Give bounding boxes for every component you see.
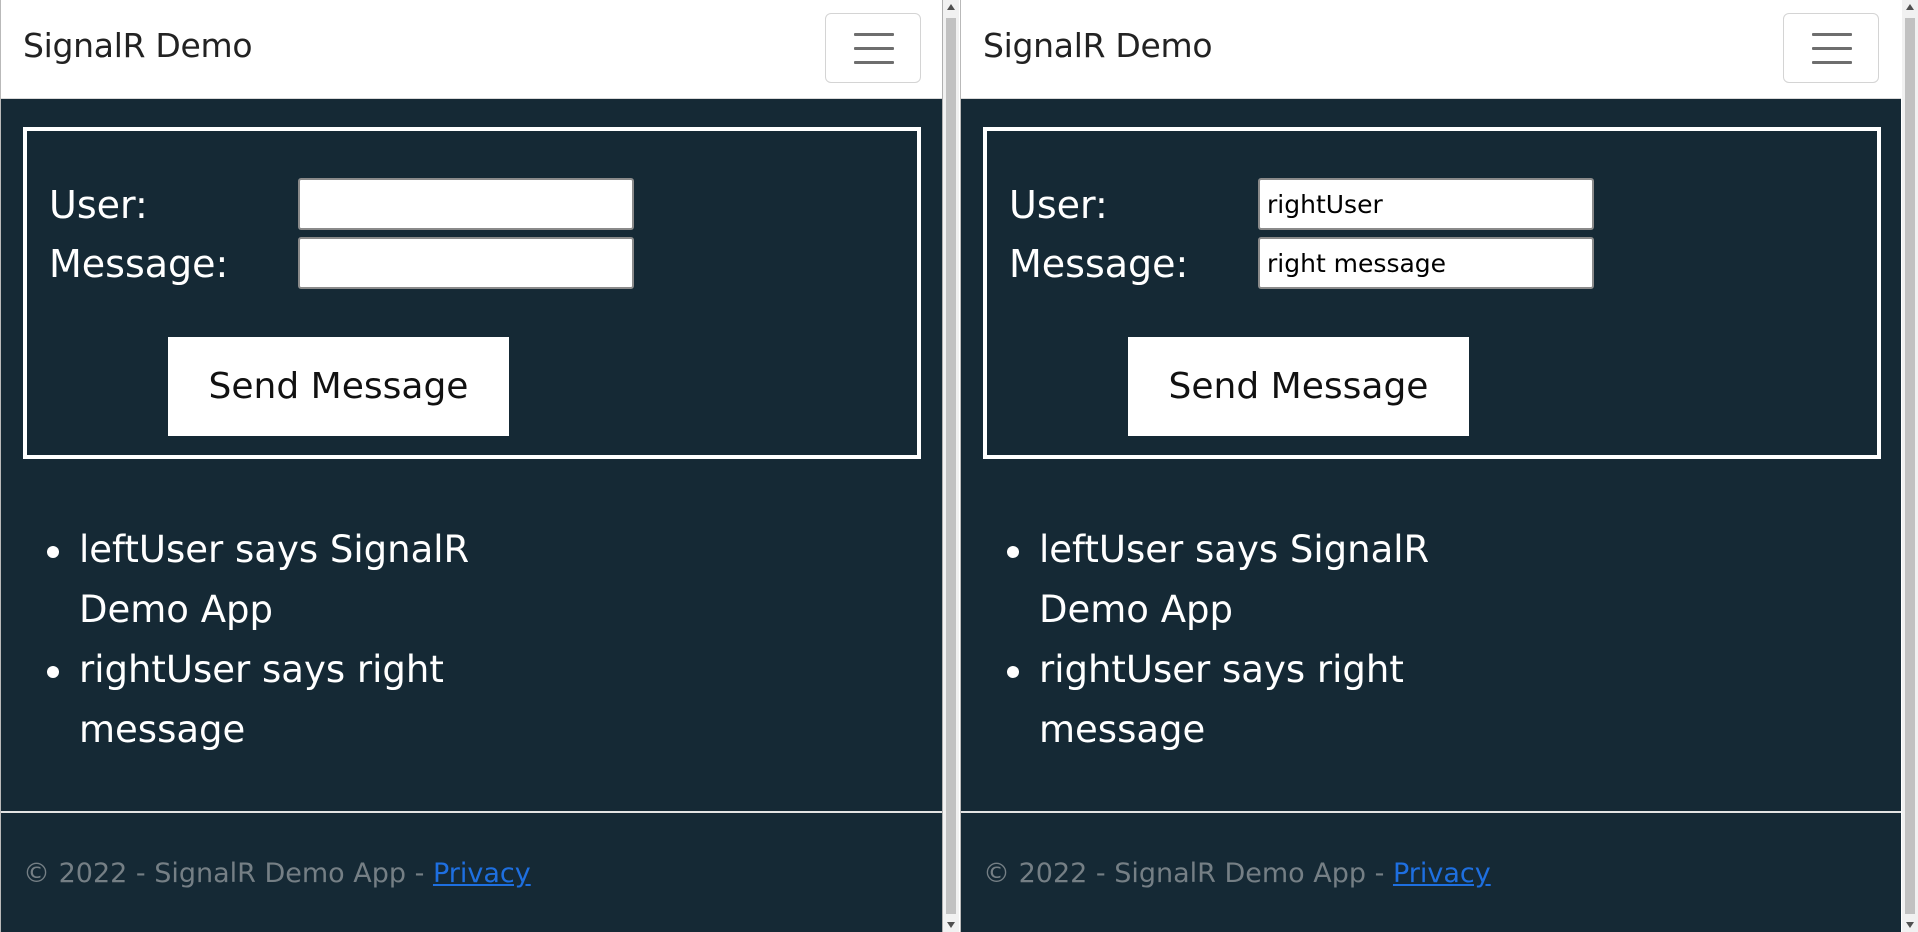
send-message-button[interactable]: Send Message: [1128, 337, 1469, 436]
user-label: User:: [1009, 183, 1108, 227]
scroll-up-arrow-icon[interactable]: [947, 4, 955, 10]
send-message-button[interactable]: Send Message: [168, 337, 509, 436]
scrollbar-thumb[interactable]: [1905, 18, 1915, 914]
message-text: rightUser says right message: [1039, 648, 1404, 751]
hamburger-menu-icon: [854, 33, 894, 65]
messages-list: leftUser says SignalR Demo App rightUser…: [983, 520, 1459, 760]
message-text: leftUser says SignalR Demo App: [79, 528, 470, 631]
left-browser-window: SignalR Demo User: Message: Send Message…: [0, 0, 943, 932]
user-label: User:: [49, 183, 148, 227]
privacy-link[interactable]: Privacy: [433, 858, 531, 889]
footer: © 2022 - SignalR Demo App - Privacy: [23, 858, 531, 889]
footer-divider: [1, 811, 943, 813]
message-text: rightUser says right message: [79, 648, 444, 751]
desktop-screen: SignalR Demo User: Message: Send Message…: [0, 0, 1918, 932]
scroll-down-arrow-icon[interactable]: [1906, 922, 1914, 928]
navbar-toggler-button[interactable]: [825, 13, 921, 83]
bullet-icon: [47, 666, 59, 678]
right-scrollbar[interactable]: [1902, 0, 1918, 932]
bullet-icon: [47, 546, 59, 558]
message-input[interactable]: [1258, 237, 1594, 289]
message-form: User: Message: Send Message: [23, 127, 921, 459]
scroll-down-arrow-icon[interactable]: [947, 922, 955, 928]
navbar-brand[interactable]: SignalR Demo: [23, 26, 253, 66]
navbar: SignalR Demo: [961, 0, 1901, 99]
list-item: rightUser says right message: [1007, 640, 1459, 760]
list-item: leftUser says SignalR Demo App: [47, 520, 499, 640]
navbar-brand[interactable]: SignalR Demo: [983, 26, 1213, 66]
privacy-link[interactable]: Privacy: [1393, 858, 1491, 889]
left-scrollbar[interactable]: [943, 0, 959, 932]
right-browser-window: SignalR Demo User: Message: Send Message…: [960, 0, 1901, 932]
hamburger-menu-icon: [1812, 33, 1852, 65]
navbar: SignalR Demo: [1, 0, 943, 99]
list-item: leftUser says SignalR Demo App: [1007, 520, 1459, 640]
bullet-icon: [1007, 546, 1019, 558]
footer-text: © 2022 - SignalR Demo App -: [23, 858, 433, 889]
footer: © 2022 - SignalR Demo App - Privacy: [983, 858, 1491, 889]
navbar-toggler-button[interactable]: [1783, 13, 1879, 83]
bullet-icon: [1007, 666, 1019, 678]
footer-text: © 2022 - SignalR Demo App -: [983, 858, 1393, 889]
message-input[interactable]: [298, 237, 634, 289]
user-input[interactable]: [1258, 178, 1594, 230]
list-item: rightUser says right message: [47, 640, 499, 760]
scrollbar-thumb[interactable]: [946, 18, 956, 914]
message-label: Message:: [1009, 242, 1189, 286]
footer-divider: [961, 811, 1901, 813]
message-form: User: Message: Send Message: [983, 127, 1881, 459]
message-text: leftUser says SignalR Demo App: [1039, 528, 1430, 631]
message-label: Message:: [49, 242, 229, 286]
messages-list: leftUser says SignalR Demo App rightUser…: [23, 520, 499, 760]
user-input[interactable]: [298, 178, 634, 230]
scroll-up-arrow-icon[interactable]: [1906, 4, 1914, 10]
